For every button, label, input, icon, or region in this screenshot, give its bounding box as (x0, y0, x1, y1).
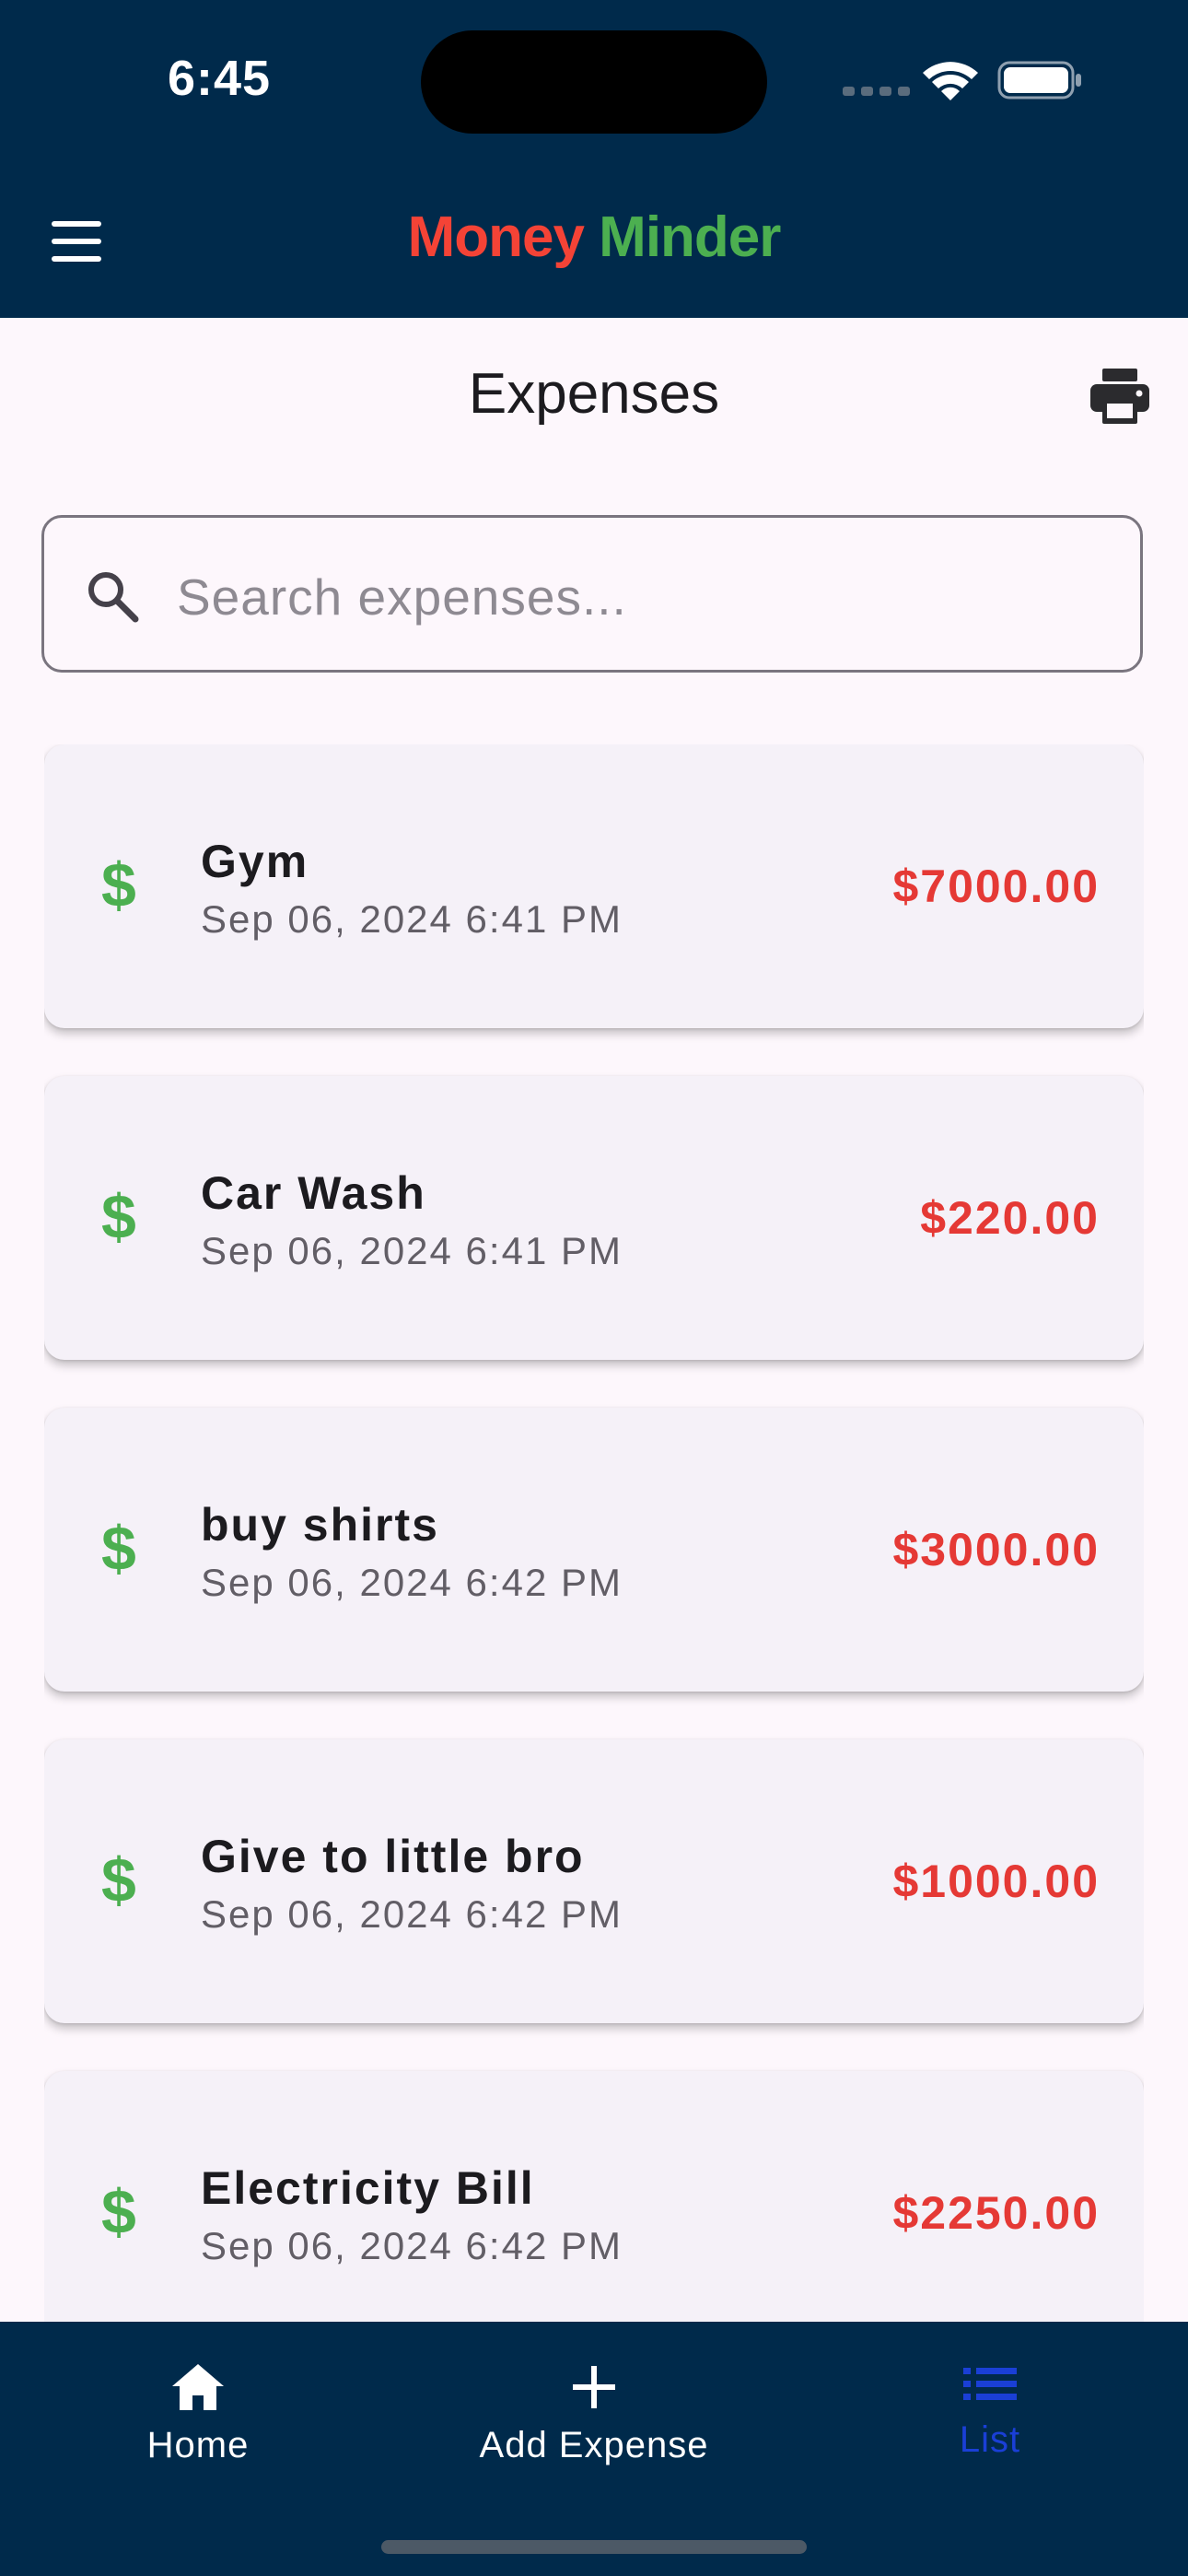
expense-name: Electricity Bill (201, 2162, 535, 2214)
nav-list-label: List (959, 2419, 1021, 2460)
nav-add-expense[interactable]: Add Expense (442, 2344, 746, 2491)
nav-add-expense-label: Add Expense (479, 2425, 709, 2465)
expense-name: Gym (201, 836, 309, 887)
search-input[interactable] (175, 545, 1100, 649)
expense-name: Give to little bro (201, 1831, 585, 1882)
home-icon (172, 2364, 224, 2410)
app-title: Money Minder (0, 205, 1188, 270)
search-icon (88, 572, 139, 623)
expense-card[interactable]: $ Gym Sep 06, 2024 6:41 PM $7000.00 (44, 744, 1144, 1028)
expense-amount: $1000.00 (892, 1856, 1100, 1907)
dollar-icon: $ (101, 2177, 136, 2247)
plus-icon (573, 2366, 615, 2408)
expense-date: Sep 06, 2024 6:42 PM (201, 1892, 623, 1936)
expense-amount: $2250.00 (892, 2187, 1100, 2239)
dollar-icon: $ (101, 1182, 136, 1252)
expense-date: Sep 06, 2024 6:41 PM (201, 1229, 623, 1272)
expense-card[interactable]: $ buy shirts Sep 06, 2024 6:42 PM $3000.… (44, 1408, 1144, 1692)
print-button[interactable] (1089, 367, 1151, 426)
status-time: 6:45 (168, 51, 272, 106)
expense-date: Sep 06, 2024 6:42 PM (201, 1561, 623, 1604)
nav-list[interactable]: List (838, 2344, 1142, 2491)
top-app-bar: 6:45 Money Minder (0, 0, 1188, 318)
expense-card[interactable]: $ Car Wash Sep 06, 2024 6:41 PM $220.00 (44, 1076, 1144, 1360)
home-indicator (381, 2540, 807, 2554)
app-title-money: Money (407, 205, 585, 269)
battery-icon (997, 61, 1081, 100)
dollar-icon: $ (101, 850, 136, 920)
page-title: Expenses (468, 362, 720, 426)
expense-amount: $7000.00 (892, 861, 1100, 912)
expense-amount: $3000.00 (892, 1524, 1100, 1575)
dynamic-island (421, 30, 767, 134)
wifi-icon (923, 62, 978, 100)
expense-name: buy shirts (201, 1499, 439, 1551)
printer-icon (1090, 369, 1149, 424)
expense-card[interactable]: $ Give to little bro Sep 06, 2024 6:42 P… (44, 1739, 1144, 2023)
expense-date: Sep 06, 2024 6:42 PM (201, 2224, 623, 2267)
list-icon (963, 2368, 1017, 2400)
expense-amount: $220.00 (920, 1192, 1100, 1244)
expense-name: Car Wash (201, 1167, 426, 1219)
expense-card[interactable]: $ Electricity Bill Sep 06, 2024 6:42 PM … (44, 2071, 1144, 2322)
expenses-screen: 6:45 Money Minder Expenses Search expens… (0, 0, 1188, 2576)
search-field[interactable] (41, 515, 1143, 673)
expense-list: $ Gym Sep 06, 2024 6:41 PM $7000.00 $ Ca… (44, 744, 1144, 2322)
nav-home[interactable]: Home (46, 2344, 350, 2491)
expense-date: Sep 06, 2024 6:41 PM (201, 897, 623, 941)
app-title-minder: Minder (599, 205, 781, 269)
nav-home-label: Home (146, 2425, 250, 2465)
bottom-navigation-bar: Home Add Expense List (0, 2322, 1188, 2576)
dollar-icon: $ (101, 1514, 136, 1584)
dollar-icon: $ (101, 1845, 136, 1915)
cellular-signal-icon (843, 87, 910, 96)
